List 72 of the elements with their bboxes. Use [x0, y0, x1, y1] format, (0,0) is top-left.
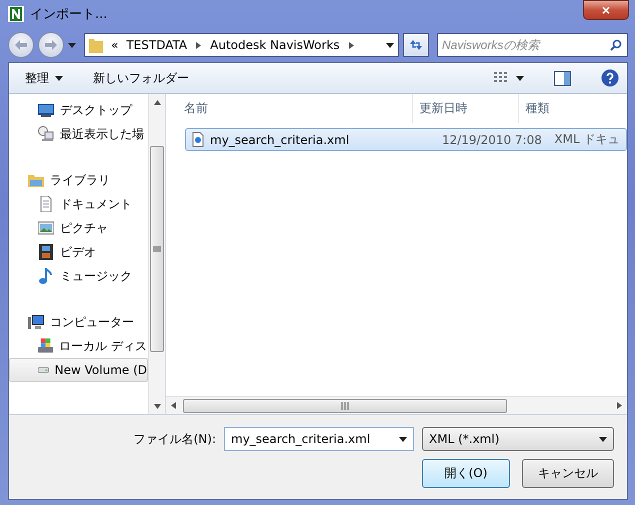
file-type-dropdown[interactable]: XML (*.xml): [422, 427, 614, 451]
new-folder-button[interactable]: 新しいフォルダー: [93, 68, 189, 88]
arrow-icon: [195, 42, 202, 48]
sidebar-item[interactable]: 最近表示した場: [9, 122, 148, 146]
pane-icon: [554, 70, 571, 86]
file-row[interactable]: my_search_criteria.xml 12/19/2010 7:08 XML ドキュ: [185, 128, 627, 151]
app-icon: [8, 6, 24, 22]
overflow-chevron[interactable]: «: [111, 38, 118, 52]
close-button[interactable]: ×: [583, 0, 629, 20]
arrow-icon: [154, 98, 160, 106]
cancel-button[interactable]: キャンセル: [522, 458, 614, 488]
search-field[interactable]: Navisworksの検索: [437, 33, 628, 57]
computer-icon: [28, 314, 44, 330]
breadcrumb[interactable]: Autodesk NavisWorks: [210, 38, 340, 52]
type-cell-text: XML ドキュ: [553, 131, 620, 148]
sidebar-item[interactable]: ピクチャ: [9, 216, 148, 240]
right-arrow-icon: [45, 40, 57, 50]
search-icon: [610, 39, 622, 51]
sidebar-item[interactable]: ライブラリ: [9, 168, 148, 192]
caret-icon: [599, 436, 607, 442]
column-header[interactable]: 種類: [519, 94, 627, 123]
vertical-scrollbar[interactable]: [148, 94, 165, 414]
caret-icon: [55, 76, 63, 80]
film-icon: [38, 244, 54, 260]
help-icon: [601, 69, 619, 87]
column-header[interactable]: 名前: [166, 94, 414, 123]
xml-file-icon: [192, 132, 204, 147]
folder-icon: [89, 37, 103, 53]
clock-computer-icon: [38, 126, 54, 142]
caret-icon: [516, 76, 524, 80]
preview-pane-button[interactable]: [554, 68, 571, 88]
left-arrow-icon: [15, 40, 27, 50]
arrow-icon: [348, 42, 355, 48]
sidebar-item[interactable]: ビデオ: [9, 240, 148, 264]
date-cell-text: 12/19/2010 7:08: [440, 132, 543, 146]
refresh-button[interactable]: [403, 33, 429, 57]
address-bar[interactable]: « TESTDATA Autodesk NavisWorks: [84, 33, 399, 57]
caret-icon: [399, 436, 407, 442]
document-icon: [38, 196, 54, 212]
sidebar-item[interactable]: コンピューター: [9, 310, 148, 334]
folder-icon: [28, 172, 44, 188]
sidebar-item[interactable]: デスクトップ: [9, 98, 148, 122]
picture-icon: [38, 220, 54, 236]
help-button[interactable]: [601, 67, 619, 89]
breadcrumb[interactable]: TESTDATA: [126, 38, 188, 52]
drive-icon: [38, 338, 54, 354]
file-name: my_search_criteria.xml: [210, 132, 350, 146]
arrow-icon: [170, 402, 177, 409]
monitor-icon: [38, 102, 54, 118]
drive-icon: [38, 366, 49, 374]
list-view-icon: [494, 72, 510, 84]
column-header[interactable]: 更新日時: [413, 94, 520, 123]
music-note-icon: [38, 268, 54, 284]
back-button[interactable]: [8, 32, 34, 58]
arrow-icon: [154, 402, 160, 410]
caret-icon: [386, 42, 394, 48]
refresh-icon: [409, 39, 423, 51]
filename-label: ファイル名(N):: [134, 430, 216, 448]
grip-icon: [341, 402, 349, 410]
horizontal-scrollbar[interactable]: [166, 396, 627, 414]
history-caret-icon: [68, 42, 76, 48]
organize-button[interactable]: 整理: [25, 68, 63, 88]
sidebar-item[interactable]: New Volume (D: [9, 358, 148, 382]
sidebar-item[interactable]: ローカル ディス: [9, 334, 148, 358]
filename-field[interactable]: my_search_criteria.xml: [224, 427, 414, 451]
sidebar-item[interactable]: ドキュメント: [9, 192, 148, 216]
open-button[interactable]: 開く(O): [422, 458, 510, 488]
window-title: インポート...: [30, 6, 108, 23]
grip-icon: [153, 246, 161, 252]
sidebar-item[interactable]: ミュージック: [9, 264, 148, 288]
forward-button[interactable]: [38, 32, 64, 58]
arrow-icon: [616, 402, 623, 409]
